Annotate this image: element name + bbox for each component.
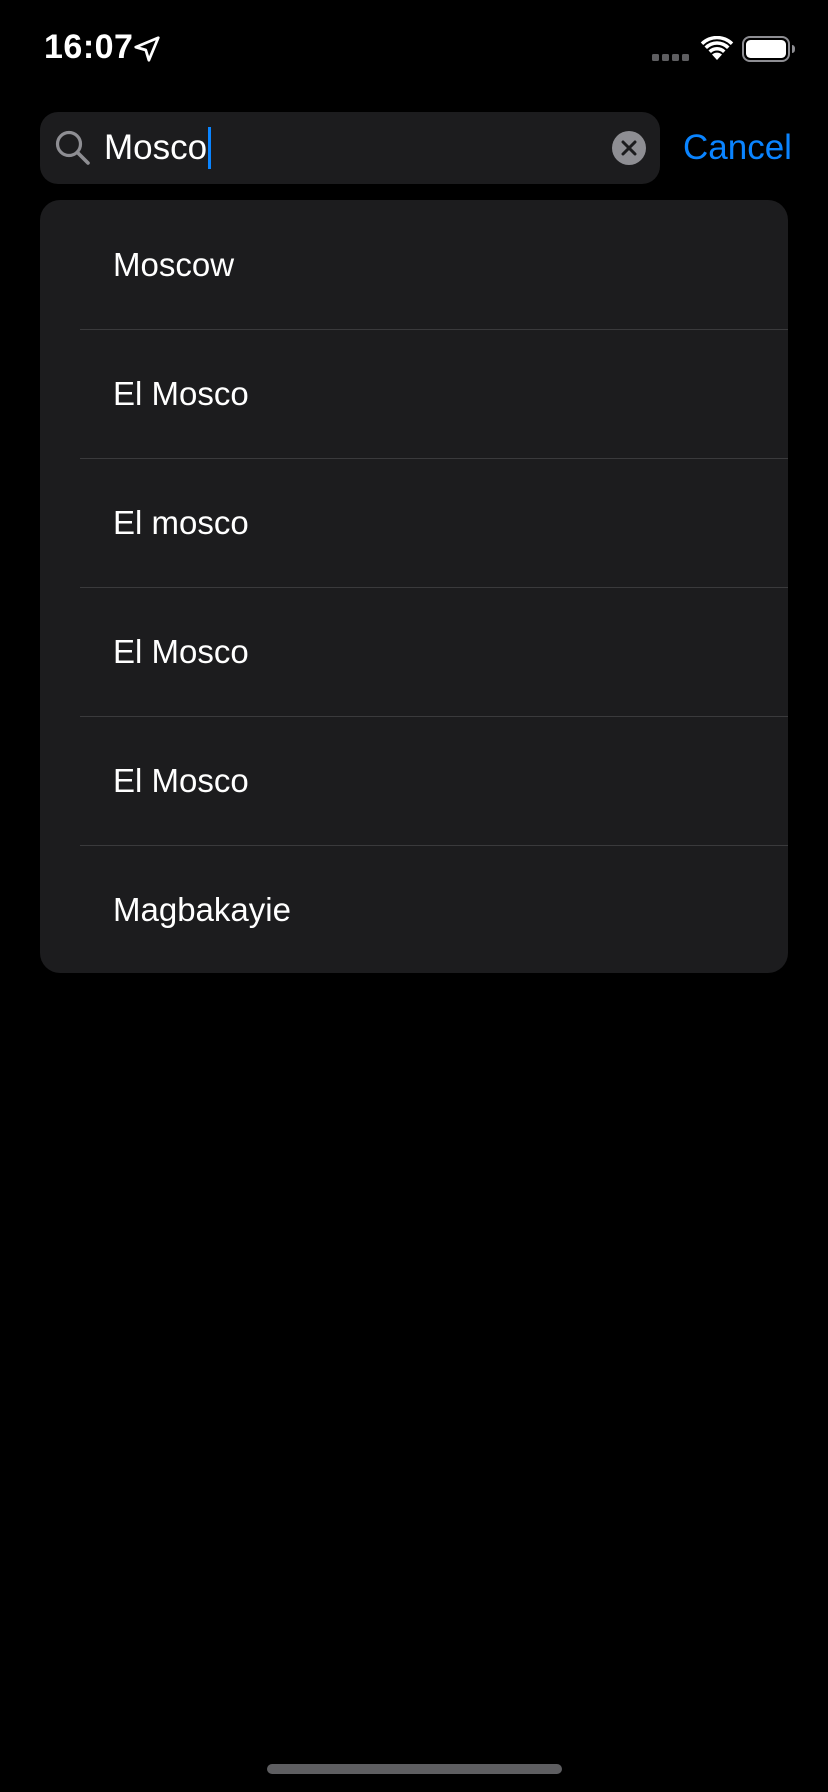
search-result-item[interactable]: El Mosco bbox=[40, 716, 788, 845]
home-indicator[interactable] bbox=[267, 1764, 562, 1774]
status-time: 16:07 bbox=[44, 28, 134, 66]
search-icon bbox=[55, 130, 90, 165]
search-input-value: Mosco bbox=[104, 128, 208, 167]
search-result-label: El mosco bbox=[113, 504, 249, 541]
search-result-label: El Mosco bbox=[113, 762, 249, 799]
wifi-icon bbox=[700, 36, 734, 60]
search-result-item[interactable]: El mosco bbox=[40, 458, 788, 587]
search-result-label: Magbakayie bbox=[113, 891, 291, 928]
cellular-signal-icon bbox=[652, 54, 689, 61]
search-result-item[interactable]: El Mosco bbox=[40, 587, 788, 716]
search-input[interactable]: Mosco bbox=[104, 112, 212, 184]
battery-icon bbox=[742, 36, 795, 62]
search-result-item[interactable]: Moscow bbox=[40, 200, 788, 329]
search-result-item[interactable]: Magbakayie bbox=[40, 845, 788, 973]
search-results-list: Moscow El Mosco El mosco El Mosco El Mos… bbox=[40, 200, 788, 973]
search-result-label: El Mosco bbox=[113, 633, 249, 670]
clear-icon bbox=[621, 140, 637, 156]
search-field[interactable]: Mosco bbox=[40, 112, 660, 184]
search-result-item[interactable]: El Mosco bbox=[40, 329, 788, 458]
clear-search-button[interactable] bbox=[612, 131, 646, 165]
cancel-button[interactable]: Cancel bbox=[683, 112, 792, 184]
location-arrow-icon bbox=[134, 36, 160, 62]
status-bar: 16:07 bbox=[0, 0, 828, 100]
search-result-label: El Mosco bbox=[113, 375, 249, 412]
search-result-label: Moscow bbox=[113, 246, 235, 283]
text-caret bbox=[208, 126, 212, 169]
